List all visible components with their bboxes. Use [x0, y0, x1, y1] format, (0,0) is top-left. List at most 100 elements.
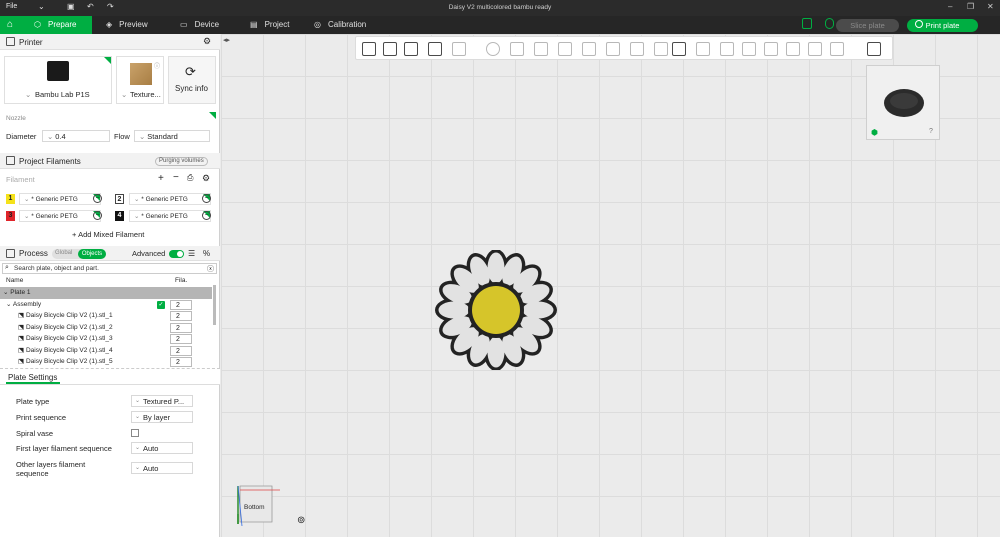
arrange-icon[interactable]	[428, 42, 442, 56]
assembly-row[interactable]: ⌄ Assembly ✓ 2	[0, 299, 212, 311]
plate-card[interactable]: ⓘ ⌄ Texture...	[116, 56, 164, 104]
sync-info-button[interactable]: ⟳ Sync info	[168, 56, 216, 104]
tab-preview[interactable]: ◈ Preview	[106, 16, 166, 34]
view-cube[interactable]: Bottom	[236, 484, 280, 527]
diameter-select[interactable]: ⌄ 0.4	[42, 130, 110, 142]
add-icon[interactable]: +	[158, 173, 164, 184]
daisy-model[interactable]	[430, 250, 562, 370]
daisy-center	[472, 286, 520, 334]
filament-box[interactable]: 2	[170, 322, 192, 333]
flow-select[interactable]: ⌄ Standard	[134, 130, 210, 142]
print-sequence-select[interactable]: ⌄ By layer	[131, 411, 193, 423]
measure-icon[interactable]	[830, 42, 844, 56]
remove-icon[interactable]: −	[173, 172, 179, 183]
filament-select-2[interactable]: ⌄ * Generic PETG	[129, 193, 211, 205]
filament-box[interactable]: 2	[170, 311, 192, 321]
tab-calibration[interactable]: ◎ Calibration	[314, 16, 384, 34]
gear-icon[interactable]: ⚙	[202, 173, 210, 184]
part-row[interactable]: ⬔ Daisy Bicycle Clip V2 (1).stl_4 2	[0, 345, 212, 357]
part-row[interactable]: ⬔ Daisy Bicycle Clip V2 (1).stl_3 2	[0, 333, 212, 345]
minimize-icon[interactable]: –	[948, 2, 952, 11]
auto-orient-icon[interactable]	[404, 42, 418, 56]
close-icon[interactable]: ✕	[987, 2, 994, 11]
remove-filament-icon[interactable]: −	[93, 194, 102, 203]
part-row[interactable]: ⬔ Daisy Bicycle Clip V2 (1).stl_1 2	[0, 310, 212, 322]
variable-layer-icon[interactable]	[786, 42, 800, 56]
filament-name: * Generic PETG	[141, 196, 188, 203]
purging-volumes-button[interactable]: Purging volumes	[155, 157, 208, 166]
text-icon[interactable]	[672, 42, 686, 56]
fit-view-icon[interactable]: ⊚	[297, 515, 305, 526]
home-icon[interactable]: ⌂	[0, 16, 20, 34]
tab-device[interactable]: ▭ Device	[180, 16, 240, 34]
other-layers-sequence-select[interactable]: ⌄ Auto	[131, 462, 193, 474]
first-layer-sequence-select[interactable]: ⌄ Auto	[131, 442, 193, 454]
print-dropdown-icon[interactable]	[915, 20, 923, 28]
check-icon[interactable]: ✓	[157, 300, 165, 309]
tree-scrollbar[interactable]	[213, 285, 216, 325]
remove-filament-icon[interactable]: −	[93, 211, 102, 220]
add-mixed-filament-button[interactable]: + Add Mixed Filament	[72, 230, 144, 239]
add-object-icon[interactable]	[362, 42, 376, 56]
filament-sync-icon[interactable]: ⎙	[187, 173, 193, 183]
filament-box[interactable]: 2	[170, 357, 192, 367]
lay-on-face-icon[interactable]	[558, 42, 572, 56]
filament-select-4[interactable]: ⌄ * Generic PETG	[129, 210, 211, 222]
filament-slot-1[interactable]: 1	[6, 194, 15, 204]
filament-select-3[interactable]: ⌄ * Generic PETG	[19, 210, 101, 222]
support-paint-icon[interactable]	[630, 42, 644, 56]
spiral-vase-checkbox[interactable]	[131, 429, 139, 437]
plate-type-select[interactable]: ⌄ Textured P...	[131, 395, 193, 407]
maximize-icon[interactable]: ❐	[967, 2, 974, 11]
collapse-sidebar-icon[interactable]: ◂▸	[223, 36, 230, 44]
remove-filament-icon[interactable]: −	[202, 194, 211, 203]
printer-card[interactable]: ⌄ Bambu Lab P1S	[4, 56, 112, 104]
help-icon[interactable]: ?	[929, 128, 933, 135]
info-icon[interactable]: ⓘ	[154, 61, 160, 70]
clear-icon[interactable]: ⓧ	[207, 264, 214, 274]
mesh-boolean-icon[interactable]	[606, 42, 620, 56]
split-plate-icon[interactable]	[452, 42, 466, 56]
process-mode-toggle[interactable]: Global Objects	[52, 249, 106, 259]
cut-icon[interactable]	[582, 42, 596, 56]
plate-preview-thumbnail[interactable]: ⬢ ?	[866, 65, 940, 140]
svg-icon[interactable]	[696, 42, 710, 56]
global-option[interactable]: Global	[55, 250, 72, 256]
plate-row[interactable]: ⌄ Plate 1	[0, 287, 212, 299]
remove-filament-icon[interactable]: −	[202, 211, 211, 220]
filament-box[interactable]: 2	[170, 334, 192, 344]
print-sequence-label: Print sequence	[16, 413, 67, 422]
objects-option[interactable]: Objects	[78, 249, 106, 259]
tab-prepare[interactable]: ⬡ Prepare	[20, 16, 92, 34]
seam-icon[interactable]	[808, 42, 822, 56]
color-paint-icon[interactable]	[654, 42, 668, 56]
add-plate-icon[interactable]	[383, 42, 397, 56]
filament-select-1[interactable]: ⌄ * Generic PETG	[19, 193, 101, 205]
filament-box[interactable]: 2	[170, 345, 192, 356]
device-icon: ▭	[180, 20, 188, 29]
tab-plate-settings[interactable]: Plate Settings	[8, 373, 57, 382]
filament-slot-4[interactable]: 4	[115, 211, 124, 221]
filament-slot-3[interactable]: 3	[6, 211, 15, 221]
advanced-toggle[interactable]	[169, 250, 184, 258]
rotate-icon[interactable]	[510, 42, 524, 56]
scale-icon[interactable]	[534, 42, 548, 56]
tab-project[interactable]: ▤ Project	[250, 16, 310, 34]
slice-options-icon[interactable]	[802, 18, 812, 29]
filament-box[interactable]: 2	[170, 299, 192, 310]
move-icon[interactable]	[486, 42, 500, 56]
slice-plate-button[interactable]: Slice plate	[836, 19, 899, 32]
layers-icon[interactable]	[764, 42, 778, 56]
assembly-icon[interactable]	[720, 42, 734, 56]
part-row[interactable]: ⬔ Daisy Bicycle Clip V2 (1).stl_5 2	[0, 356, 212, 368]
percent-icon[interactable]: %	[203, 249, 210, 258]
gear-icon[interactable]: ⚙	[203, 36, 211, 47]
slice-dropdown-icon[interactable]	[825, 18, 834, 29]
object-search-input[interactable]: ⌕ Search plate, object and part. ⓧ	[2, 263, 217, 274]
spiral-vase-label: Spiral vase	[16, 429, 54, 438]
list-icon[interactable]: ☰	[188, 249, 195, 258]
part-row[interactable]: ⬔ Daisy Bicycle Clip V2 (1).stl_2 2	[0, 322, 212, 334]
view-settings-icon[interactable]	[867, 42, 881, 56]
filament-slot-2[interactable]: 2	[115, 194, 124, 204]
explode-icon[interactable]	[742, 42, 756, 56]
